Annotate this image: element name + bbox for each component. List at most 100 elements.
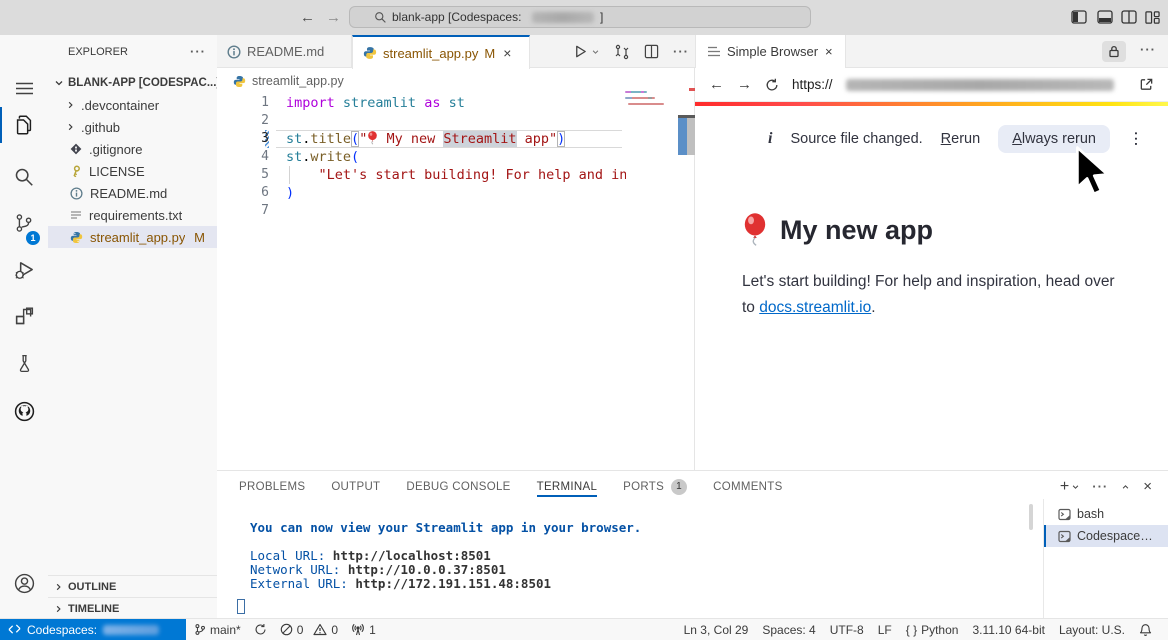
streamlit-status-toolbar: i Source file changed. Rerun Always reru… <box>695 123 1168 155</box>
open-external-icon[interactable] <box>1139 77 1154 92</box>
language-mode-item[interactable]: { }Python <box>906 623 959 637</box>
indentation-item[interactable]: Spaces: 4 <box>762 623 815 637</box>
code-line-4[interactable]: st.write( <box>286 148 359 166</box>
keyboard-layout-item[interactable]: Layout: U.S. <box>1059 623 1125 637</box>
forwarded-ports-status-item[interactable]: 1 <box>351 623 376 637</box>
testing-icon[interactable] <box>0 346 48 380</box>
tab-streamlit-app[interactable]: streamlit_app.py M × <box>352 35 530 69</box>
line-number: 1 <box>229 94 269 112</box>
remote-indicator[interactable]: Codespaces: <box>0 619 186 640</box>
python-interpreter-item[interactable]: 3.11.10 64-bit <box>972 623 1045 637</box>
vscode-window: ← → blank-app [Codespaces: ] <box>0 0 1168 640</box>
tab-simple-browser[interactable]: Simple Browser × <box>695 35 846 68</box>
new-terminal-icon[interactable]: + <box>1060 478 1080 496</box>
panel-more-actions-icon[interactable]: ··· <box>1092 479 1108 494</box>
toggle-panel-icon[interactable] <box>1097 10 1113 25</box>
notifications-bell-icon[interactable] <box>1139 623 1152 637</box>
editor-tab-bar: README.md streamlit_app.py M × ·· <box>217 35 695 68</box>
rerun-button[interactable]: Rerun <box>941 131 981 147</box>
app-title: My new app <box>742 213 933 247</box>
redacted-url[interactable] <box>846 79 1114 91</box>
github-icon[interactable] <box>0 394 48 428</box>
tab-comments[interactable]: COMMENTS <box>713 471 782 502</box>
code-line-1[interactable]: import streamlit as st <box>286 94 465 112</box>
lock-button[interactable] <box>1102 41 1126 62</box>
open-changes-icon[interactable] <box>614 44 630 60</box>
session-codespace[interactable]: Codespace… <box>1044 525 1168 547</box>
tab-problems[interactable]: PROBLEMS <box>239 471 305 502</box>
tree-item-gitignore[interactable]: .gitignore <box>48 138 217 160</box>
session-bash[interactable]: bash <box>1044 503 1168 525</box>
streamlit-menu-icon[interactable]: ··· <box>1129 131 1144 147</box>
code-line-6[interactable]: ) <box>286 184 294 202</box>
explorer-icon[interactable] <box>0 108 48 142</box>
line-number: 7 <box>229 202 269 220</box>
editor-group: README.md streamlit_app.py M × ·· <box>217 35 695 470</box>
split-editor-icon[interactable] <box>644 44 659 59</box>
docs-streamlit-link[interactable]: docs.streamlit.io <box>759 299 871 316</box>
explorer-root-folder[interactable]: BLANK-APP [CODESPAC...] <box>48 72 217 94</box>
tree-item-license[interactable]: LICENSE <box>48 160 217 182</box>
branch-status-item[interactable]: main* <box>194 623 241 637</box>
reload-icon[interactable] <box>765 78 779 92</box>
outline-section-header[interactable]: OUTLINE <box>48 575 223 598</box>
eol-item[interactable]: LF <box>878 623 892 637</box>
browser-forward-button[interactable]: → <box>737 75 752 95</box>
line-number: 5 <box>229 166 269 184</box>
cursor-position-item[interactable]: Ln 3, Col 29 <box>684 623 749 637</box>
source-control-icon[interactable] <box>0 206 48 240</box>
always-rerun-button[interactable]: Always rerun <box>998 125 1110 153</box>
info-file-icon <box>70 187 83 200</box>
tree-item-requirements[interactable]: requirements.txt <box>48 204 217 226</box>
run-python-file-icon[interactable] <box>573 44 600 59</box>
git-branch-icon <box>194 623 206 636</box>
extensions-icon[interactable] <box>0 299 48 333</box>
bottom-panel: PROBLEMS OUTPUT DEBUG CONSOLE TERMINAL P… <box>217 470 1168 618</box>
tab-terminal[interactable]: TERMINAL <box>537 471 598 502</box>
tree-item-github[interactable]: .github <box>48 116 217 138</box>
breadcrumb[interactable]: streamlit_app.py <box>233 68 344 94</box>
maximize-panel-icon[interactable] <box>1120 483 1131 491</box>
browser-back-button[interactable]: ← <box>709 75 724 95</box>
terminal-scrollbar[interactable] <box>1029 504 1033 530</box>
history-forward-button[interactable]: → <box>326 8 341 28</box>
chevron-right-icon <box>66 100 75 110</box>
tree-item-readme[interactable]: README.md <box>48 182 217 204</box>
browser-more-actions-icon[interactable]: ··· <box>1140 42 1156 57</box>
tab-ports[interactable]: PORTS1 <box>623 471 687 502</box>
info-icon[interactable]: i <box>768 130 772 148</box>
tree-item-devcontainer[interactable]: .devcontainer <box>48 94 217 116</box>
explorer-more-actions-icon[interactable]: ··· <box>190 44 206 59</box>
run-debug-icon[interactable] <box>0 253 48 287</box>
close-panel-icon[interactable]: × <box>1143 478 1152 495</box>
search-view-icon[interactable] <box>0 160 48 194</box>
tab-output[interactable]: OUTPUT <box>331 471 380 502</box>
accounts-icon[interactable] <box>0 566 48 600</box>
toggle-primary-sidebar-icon[interactable] <box>1071 10 1087 25</box>
explorer-title: EXPLORER <box>68 46 128 58</box>
code-line-3[interactable]: st.title(" My new Streamlit app") <box>286 130 565 148</box>
toggle-secondary-sidebar-icon[interactable] <box>1121 10 1137 25</box>
tab-close-icon[interactable]: × <box>825 44 833 59</box>
sync-icon[interactable] <box>254 623 267 636</box>
tab-readme[interactable]: README.md <box>217 35 352 68</box>
tab-debug-console[interactable]: DEBUG CONSOLE <box>406 471 510 502</box>
list-icon <box>708 46 720 57</box>
history-back-button[interactable]: ← <box>300 8 315 28</box>
modified-badge: M <box>194 230 205 245</box>
terminal-line: Network URL: http://10.0.0.37:8501 <box>250 563 506 577</box>
timeline-section-header[interactable]: TIMELINE <box>48 597 223 620</box>
problems-status-item[interactable]: 0 0 <box>280 623 338 637</box>
tab-close-icon[interactable]: × <box>503 45 511 61</box>
code-line-5[interactable]: "Let's start building! For help and insp… <box>286 166 626 184</box>
encoding-item[interactable]: UTF-8 <box>830 623 864 637</box>
browser-tab-bar: Simple Browser × ··· <box>695 35 1168 68</box>
scrollbar-thumb <box>687 118 695 155</box>
source-changed-text: Source file changed. <box>790 131 922 147</box>
menu-icon[interactable] <box>0 71 48 105</box>
tree-item-streamlit-app[interactable]: streamlit_app.py M <box>48 226 217 248</box>
customize-layout-icon[interactable] <box>1145 10 1160 25</box>
command-center-search[interactable]: blank-app [Codespaces: ] <box>349 6 811 28</box>
more-actions-icon[interactable]: ··· <box>673 44 689 59</box>
url-scheme[interactable]: https:// <box>792 77 833 92</box>
